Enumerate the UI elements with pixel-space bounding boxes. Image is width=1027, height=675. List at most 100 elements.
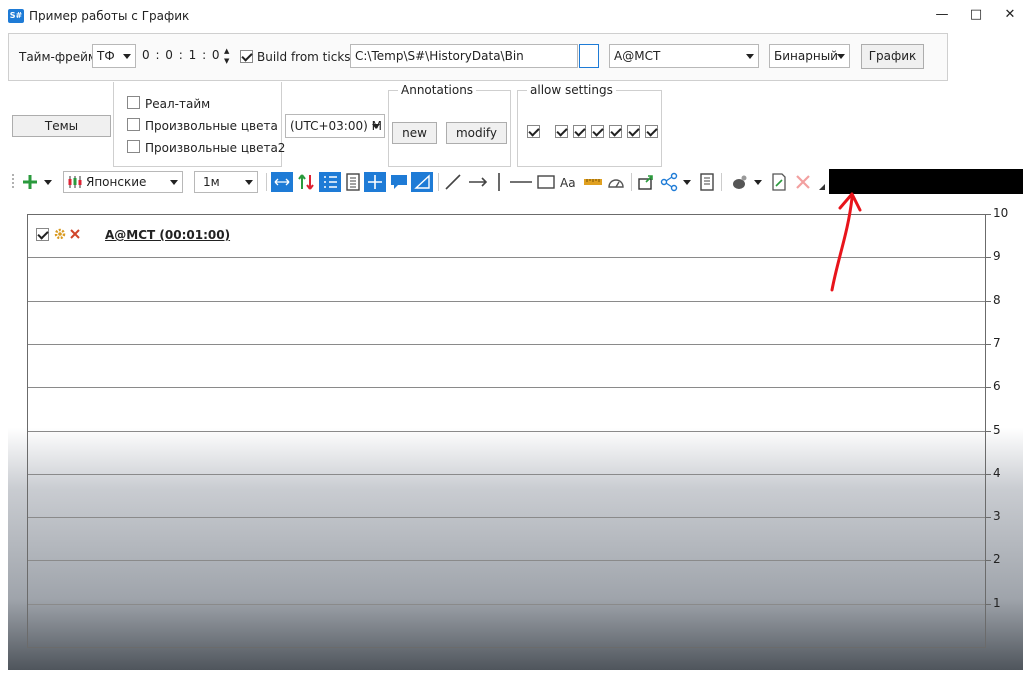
allow-settings-title: allow settings — [527, 83, 616, 97]
share-icon[interactable] — [659, 172, 679, 192]
window-title: Пример работы с График — [29, 9, 190, 23]
series-legend-title[interactable]: A@MCT (00:01:00) — [105, 228, 230, 242]
format-select[interactable]: Бинарный — [769, 44, 850, 68]
y-axis-label: 10 — [993, 206, 1009, 220]
allow-setting-checkbox-5[interactable] — [609, 125, 622, 138]
y-axis-tick — [986, 604, 991, 605]
chevron-down-icon — [170, 180, 178, 185]
y-axis-label: 7 — [993, 336, 1001, 350]
title-bar: S# Пример работы с График — □ ✕ — [0, 0, 1027, 32]
y-axis-label: 4 — [993, 466, 1001, 480]
add-icon[interactable] — [20, 172, 40, 192]
allow-setting-checkbox-4[interactable] — [591, 125, 604, 138]
security-select[interactable]: A@MCT — [609, 44, 759, 68]
timezone-select[interactable]: (UTC+03:00) M — [285, 114, 385, 138]
path-input[interactable]: C:\Temp\S#\HistoryData\Bin — [350, 44, 578, 68]
gauge-icon[interactable] — [606, 172, 626, 192]
svg-text:Aa: Aa — [560, 176, 576, 190]
timeframe-spinner[interactable]: 0 : 0 : 1 : 0 ▲ ▼ — [138, 44, 234, 68]
chevron-down-icon — [123, 54, 131, 59]
minimize-button[interactable]: — — [928, 4, 956, 26]
build-from-ticks-label: Build from ticks — [257, 50, 351, 64]
format-value: Бинарный — [774, 49, 838, 63]
custom-colors2-label: Произвольные цвета2 — [145, 141, 286, 155]
y-axis-label: 9 — [993, 249, 1001, 263]
pan-tool-icon[interactable] — [729, 172, 751, 192]
y-axis-tick — [986, 344, 991, 345]
y-axis-tick — [986, 301, 991, 302]
realtime-label: Реал-тайм — [145, 97, 211, 111]
sort-arrows-icon[interactable] — [296, 172, 316, 192]
allow-setting-checkbox-6[interactable] — [627, 125, 640, 138]
y-axis-tick — [986, 474, 991, 475]
delete-icon[interactable] — [793, 172, 813, 192]
timeframe-type-value: ТФ — [97, 49, 115, 63]
legend-list-icon[interactable] — [319, 172, 341, 192]
y-axis-tick — [986, 560, 991, 561]
annotation-arrow — [830, 192, 862, 292]
chevron-down-icon[interactable] — [753, 172, 763, 192]
app-icon: S# — [8, 9, 24, 23]
custom-colors-checkbox[interactable] — [127, 118, 140, 131]
timeframe-type-select[interactable]: ТФ — [92, 44, 136, 68]
timezone-value: (UTC+03:00) M — [290, 119, 382, 133]
security-value: A@MCT — [614, 49, 661, 63]
y-axis-label: 2 — [993, 552, 1001, 566]
y-axis-label: 3 — [993, 509, 1001, 523]
save-document-icon[interactable] — [698, 172, 716, 192]
text-tool-icon[interactable]: Aa — [559, 172, 579, 192]
chart-style-select[interactable]: Японские — [63, 171, 183, 193]
annotation-new-button[interactable]: new — [392, 122, 437, 144]
tooltip-icon[interactable] — [389, 172, 409, 192]
allow-setting-checkbox-3[interactable] — [573, 125, 586, 138]
themes-button[interactable]: Темы — [12, 115, 111, 137]
annotations-title: Annotations — [398, 83, 477, 97]
candlestick-icon — [68, 176, 82, 188]
maximize-button[interactable]: □ — [962, 4, 990, 26]
chevron-down-icon[interactable] — [43, 172, 53, 192]
custom-colors2-checkbox[interactable] — [127, 140, 140, 153]
series-visible-checkbox[interactable] — [36, 228, 49, 241]
vertical-line-icon[interactable] — [494, 172, 504, 192]
allow-setting-checkbox-1[interactable] — [527, 125, 540, 138]
build-from-ticks-checkbox[interactable] — [240, 50, 253, 63]
export-icon[interactable] — [636, 172, 656, 192]
custom-colors-label: Произвольные цвета — [145, 119, 278, 133]
annotation-modify-button[interactable]: modify — [446, 122, 507, 144]
chart-toolbar: Японские 1м Aa — [8, 169, 829, 195]
arrow-tool-icon[interactable] — [467, 172, 489, 192]
allow-setting-checkbox-2[interactable] — [555, 125, 568, 138]
measure-ruler-icon[interactable] — [583, 172, 603, 192]
edit-document-icon[interactable] — [769, 172, 789, 192]
y-axis-tick — [986, 387, 991, 388]
browse-button[interactable] — [579, 44, 599, 68]
timeframe-label: Тайм-фрейм — [19, 50, 97, 64]
period-value: 1м — [203, 175, 220, 189]
crosshair-icon[interactable] — [364, 172, 386, 192]
chevron-down-icon — [245, 180, 253, 185]
y-axis-label: 8 — [993, 293, 1001, 307]
toolbar-grip-icon — [12, 174, 14, 188]
toolbar-separator — [438, 173, 439, 191]
close-icon[interactable] — [69, 228, 81, 240]
period-select[interactable]: 1м — [194, 171, 258, 193]
y-axis-label: 5 — [993, 423, 1001, 437]
y-axis-tick — [986, 431, 991, 432]
rectangle-tool-icon[interactable] — [536, 172, 556, 192]
chevron-down-icon — [372, 124, 380, 129]
ruler-icon[interactable] — [411, 172, 433, 192]
horizontal-line-icon[interactable] — [509, 172, 533, 192]
spin-down-icon[interactable]: ▼ — [224, 50, 230, 68]
realtime-checkbox[interactable] — [127, 96, 140, 109]
y-axis-tick — [986, 214, 991, 215]
y-axis-label: 1 — [993, 596, 1001, 610]
allow-setting-checkbox-7[interactable] — [645, 125, 658, 138]
document-icon[interactable] — [344, 172, 362, 192]
line-tool-icon[interactable] — [443, 172, 463, 192]
auto-scroll-icon[interactable] — [271, 172, 293, 192]
gear-icon[interactable] — [53, 227, 67, 241]
close-button[interactable]: ✕ — [996, 4, 1024, 26]
chart-button[interactable]: График — [861, 44, 924, 69]
chevron-down-icon[interactable] — [682, 172, 692, 192]
toolbar-separator — [721, 173, 722, 191]
